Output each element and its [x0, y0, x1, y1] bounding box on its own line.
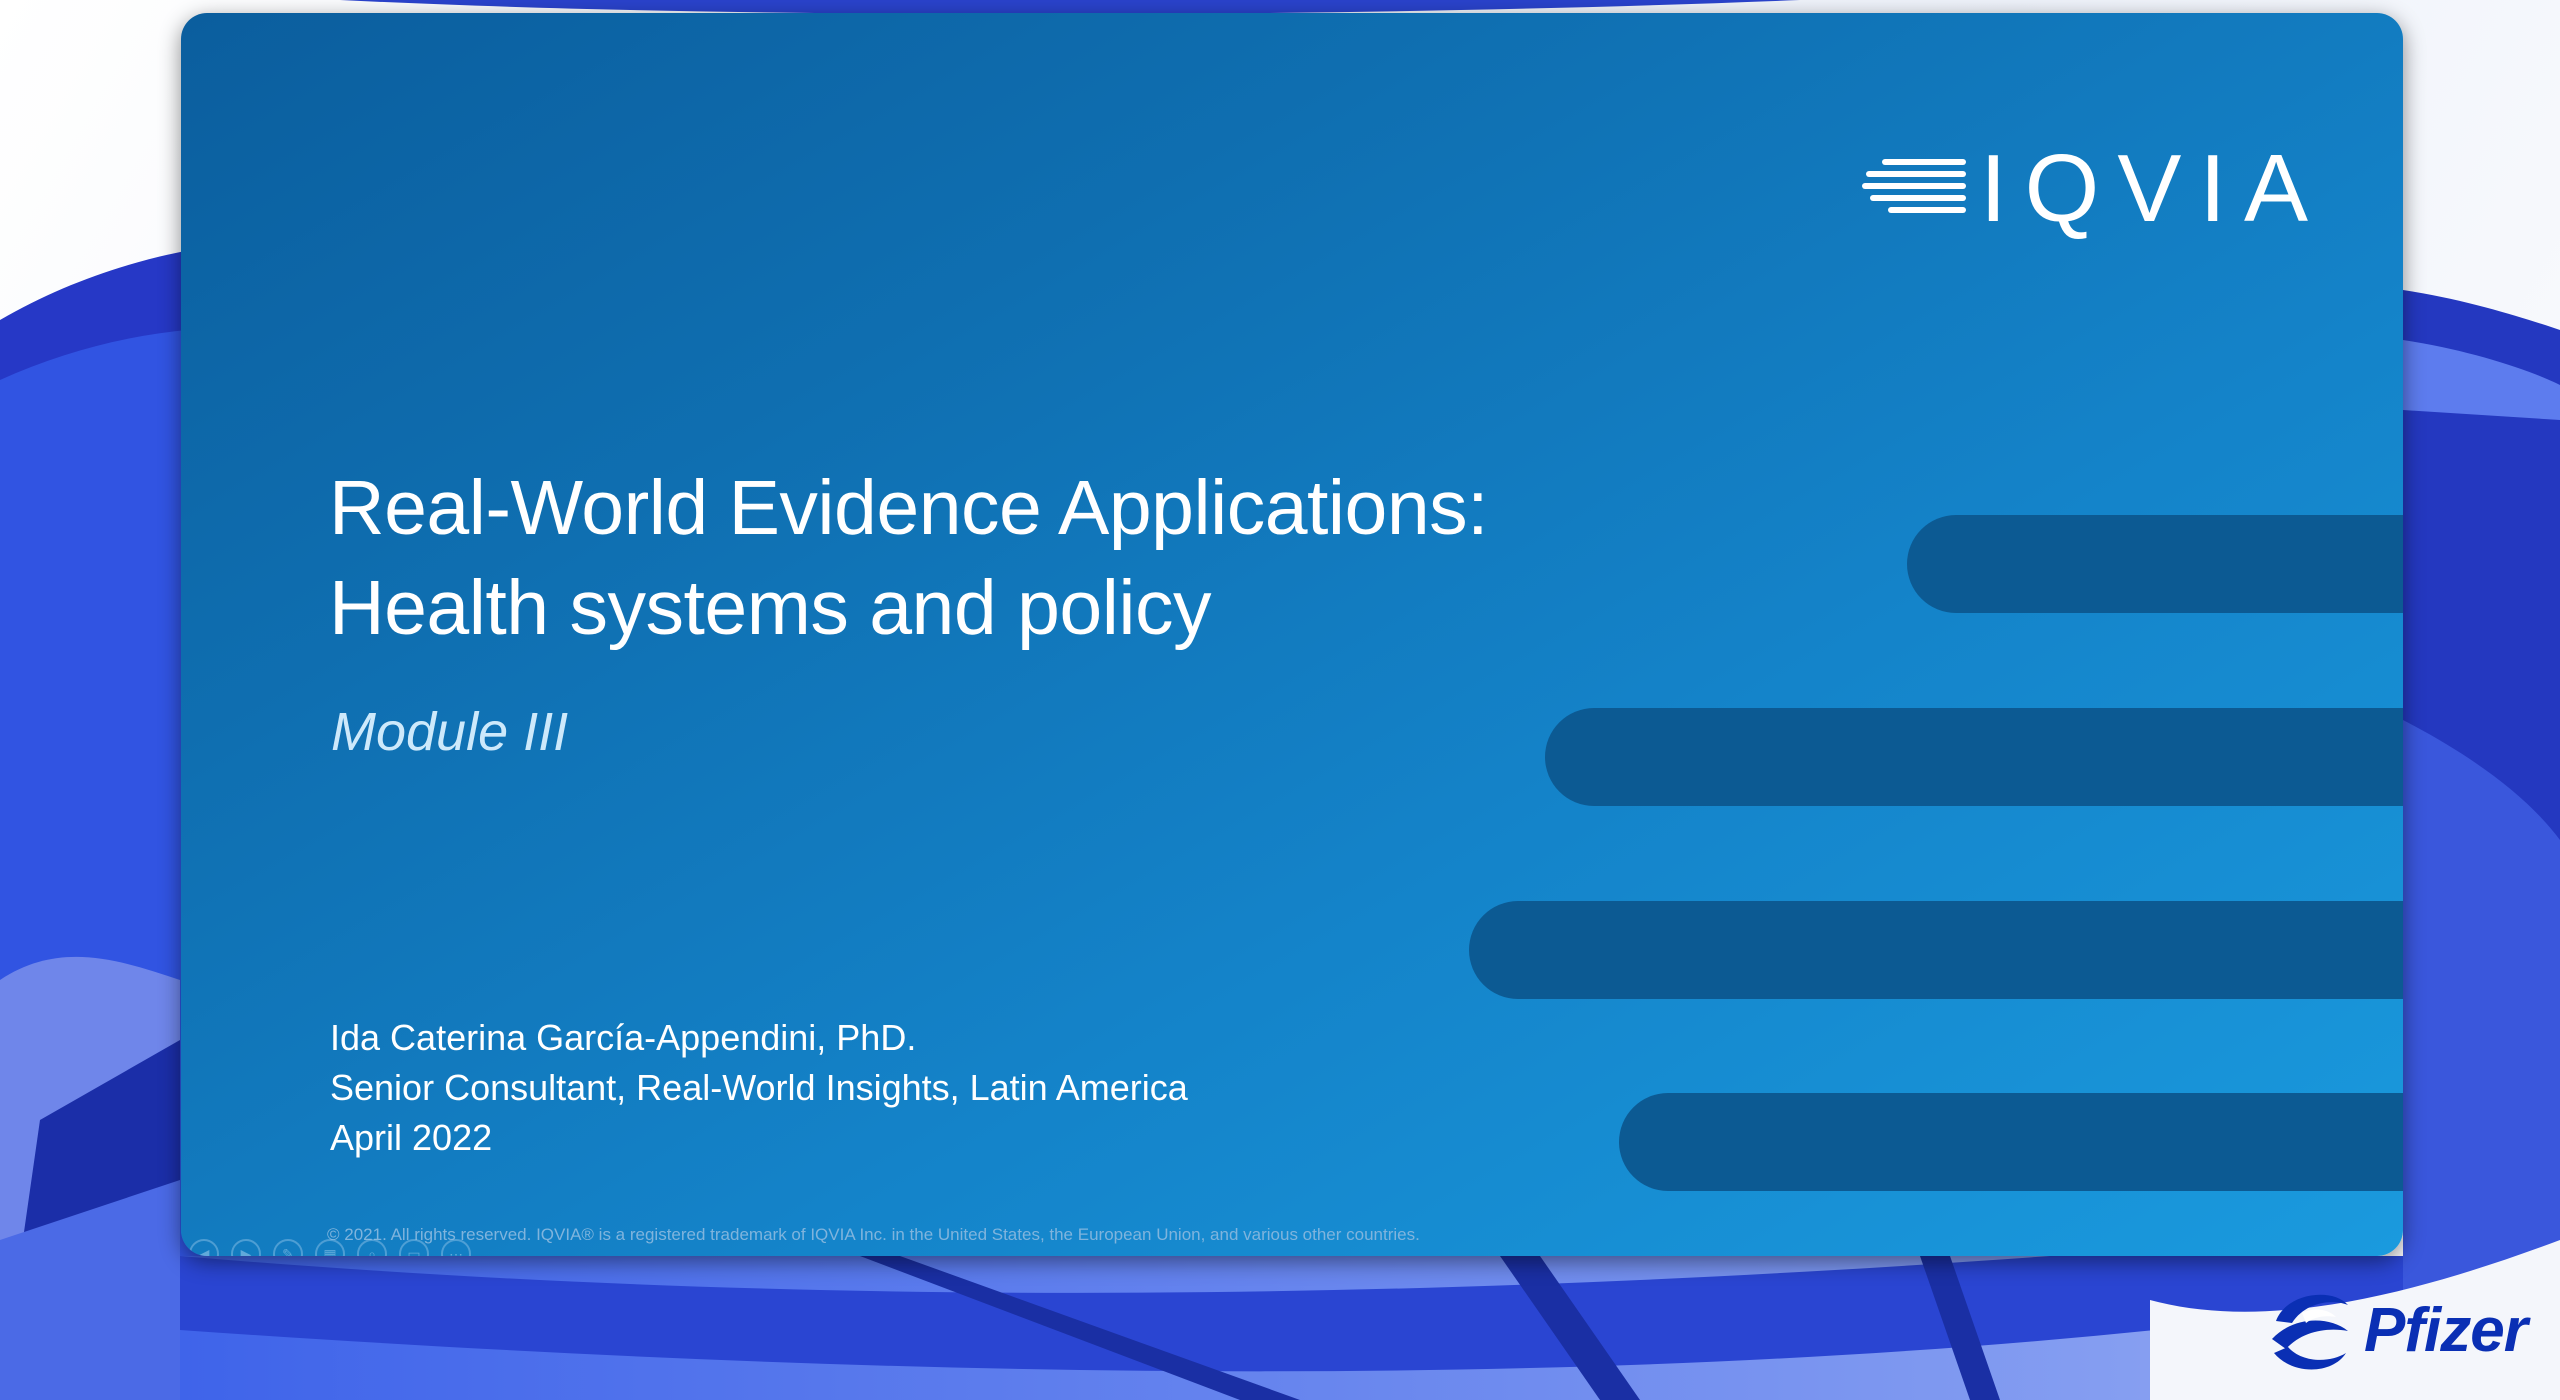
slide-subtitle: Module III [331, 702, 569, 762]
slides-grid-icon[interactable]: ▦ [315, 1239, 345, 1256]
presentation-date: April 2022 [330, 1117, 493, 1158]
decorative-bar [1907, 515, 2403, 613]
presentation-slide: IQVIA Real-World Evidence Applications: … [181, 13, 2403, 1256]
decorative-bar [1545, 708, 2403, 806]
next-slide-icon[interactable]: ▶ [231, 1239, 261, 1256]
presenter-name: Ida Caterina García-Appendini, PhD. [330, 1017, 917, 1058]
iqvia-lines-icon [1862, 159, 1966, 213]
pfizer-logo: Pfizer [2262, 1283, 2528, 1379]
pfizer-logo-text: Pfizer [2364, 1296, 2528, 1365]
decorative-bar [1469, 901, 2403, 999]
copyright-notice: © 2021. All rights reserved. IQVIA® is a… [327, 1225, 1420, 1244]
iqvia-logo: IQVIA [1862, 141, 2326, 237]
presenter-info: Ida Caterina García-Appendini, PhD. Seni… [330, 1013, 1188, 1163]
slideshow-controls: ◀ ▶ ✎ ▦ ⌕ ▭ ⋯ [189, 1239, 471, 1256]
iqvia-logo-text: IQVIA [1980, 135, 2327, 242]
pfizer-helix-icon [2272, 1294, 2348, 1370]
subtitles-icon[interactable]: ▭ [399, 1239, 429, 1256]
pen-icon[interactable]: ✎ [273, 1239, 303, 1256]
presenter-role: Senior Consultant, Real-World Insights, … [330, 1067, 1188, 1108]
previous-slide-icon[interactable]: ◀ [189, 1239, 219, 1256]
zoom-icon[interactable]: ⌕ [357, 1239, 387, 1256]
decorative-bar [1619, 1093, 2403, 1191]
more-options-icon[interactable]: ⋯ [441, 1239, 471, 1256]
slide-title-line-2: Health systems and policy [329, 565, 1211, 651]
slide-title: Real-World Evidence Applications: Health… [329, 458, 1489, 658]
slide-title-line-1: Real-World Evidence Applications: [329, 465, 1489, 551]
